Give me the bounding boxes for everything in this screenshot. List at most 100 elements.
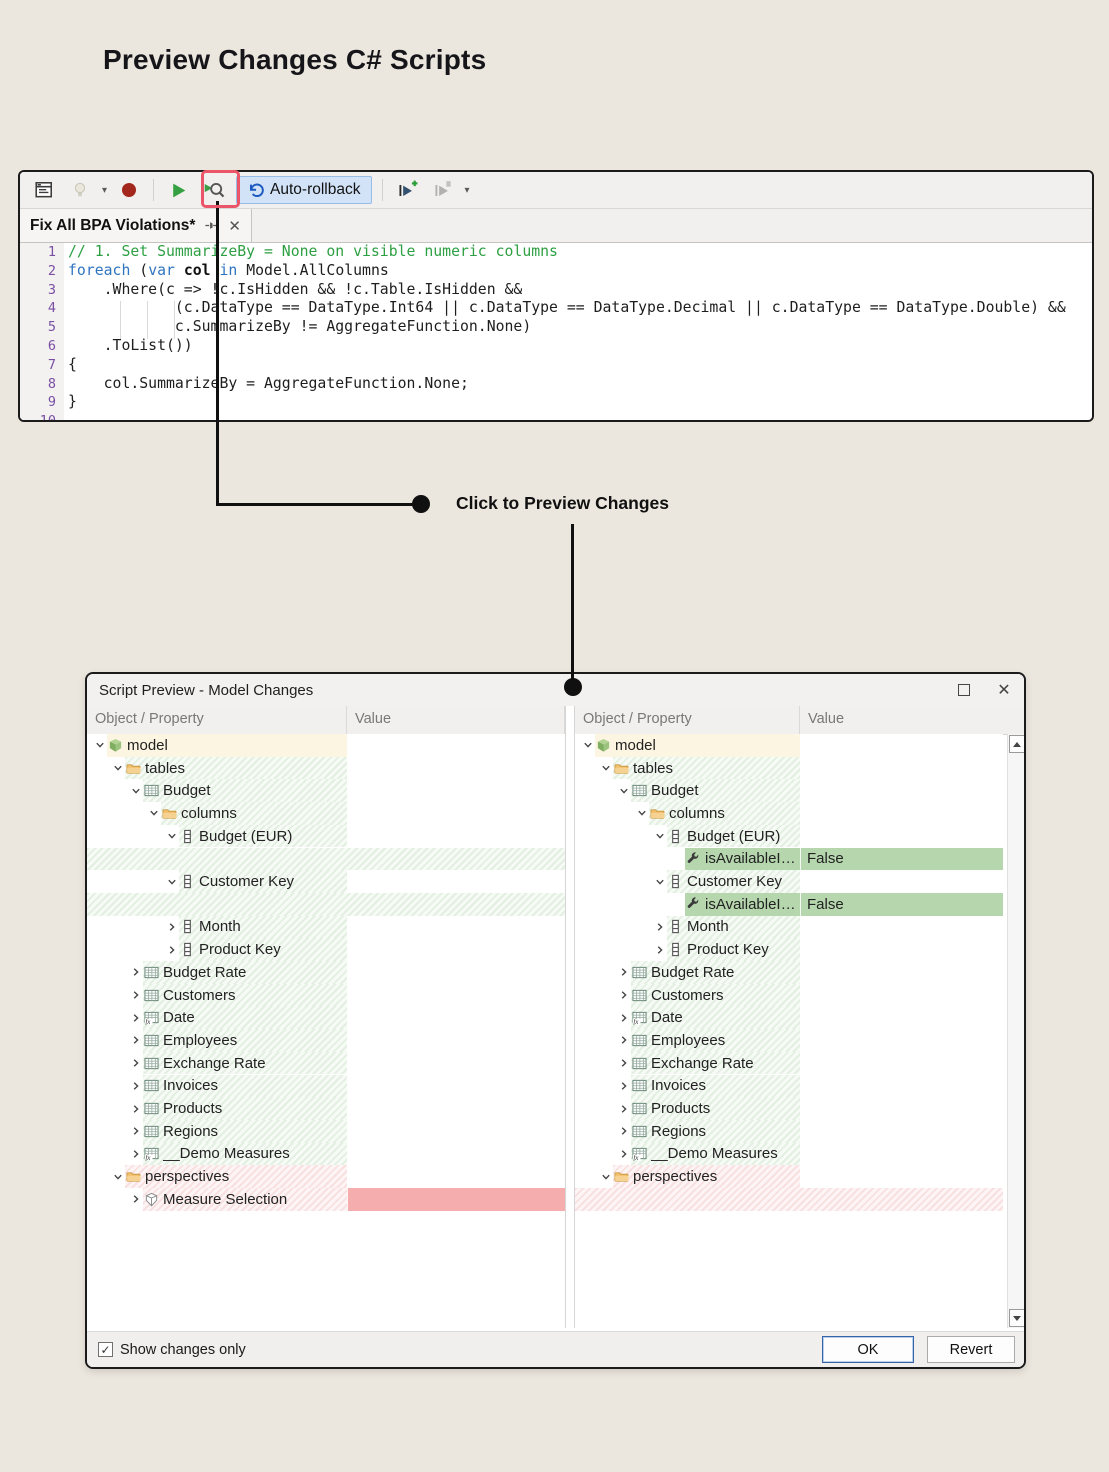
tree-row-columns[interactable]: columns (575, 802, 1003, 825)
tree-row-model[interactable]: model (87, 734, 565, 757)
tree-row-regions[interactable]: Regions (87, 1120, 565, 1143)
tree-row-isavailablein[interactable]: isAvailableIn...False (575, 893, 1003, 916)
tree-row-products[interactable]: Products (87, 1097, 565, 1120)
expander-open-icon[interactable] (111, 757, 125, 780)
expander-open-icon[interactable] (129, 779, 143, 802)
tree-row-demo-measures[interactable]: fx__Demo Measures (87, 1143, 565, 1166)
expander-open-icon[interactable] (599, 757, 613, 780)
expander-open-icon[interactable] (93, 734, 107, 757)
expander-closed-icon[interactable] (129, 1188, 143, 1211)
expander-open-icon[interactable] (147, 802, 161, 825)
expander-open-icon[interactable] (111, 1165, 125, 1188)
maximize-icon[interactable] (944, 674, 984, 706)
script-document-icon[interactable] (30, 176, 58, 204)
tree-row-month[interactable]: Month (575, 916, 1003, 939)
run-icon[interactable] (164, 176, 192, 204)
ok-button[interactable]: OK (822, 1336, 914, 1363)
expander-closed-icon[interactable] (129, 1006, 143, 1029)
expander-open-icon[interactable] (653, 870, 667, 893)
tree-row-invoices[interactable]: Invoices (87, 1075, 565, 1098)
expander-open-icon[interactable] (165, 870, 179, 893)
expander-closed-icon[interactable] (617, 1052, 631, 1075)
tree-row-perspectives[interactable]: perspectives (87, 1165, 565, 1188)
tree-row-invoices[interactable]: Invoices (575, 1075, 1003, 1098)
tree-row-budget[interactable]: Budget (575, 779, 1003, 802)
auto-rollback-button[interactable]: Auto-rollback (236, 176, 371, 204)
expander-open-icon[interactable] (581, 734, 595, 757)
left-model-tree: modeltablesBudgetcolumns Budget (EUR) Cust… (87, 734, 565, 1328)
expander-closed-icon[interactable] (653, 938, 667, 961)
tree-row-budget-rate[interactable]: Budget Rate (575, 961, 1003, 984)
step-run-icon[interactable] (429, 176, 457, 204)
tree-row-budget-rate[interactable]: Budget Rate (87, 961, 565, 984)
dropdown-caret-icon[interactable]: ▾ (465, 185, 470, 196)
tree-row-exchange-rate[interactable]: Exchange Rate (575, 1052, 1003, 1075)
dropdown-caret-icon[interactable]: ▾ (102, 185, 107, 196)
expander-open-icon[interactable] (599, 1165, 613, 1188)
step-run-add-icon[interactable] (393, 176, 421, 204)
tree-item-label: Budget (EUR) (199, 828, 292, 845)
tree-row-product-key[interactable]: Product Key (575, 938, 1003, 961)
cube-icon (595, 738, 611, 753)
expander-closed-icon[interactable] (617, 1006, 631, 1029)
expander-closed-icon[interactable] (653, 916, 667, 939)
expander-closed-icon[interactable] (129, 961, 143, 984)
checkbox-check-icon[interactable]: ✓ (98, 1342, 113, 1357)
tree-row-customers[interactable]: Customers (575, 984, 1003, 1007)
expander-closed-icon[interactable] (617, 984, 631, 1007)
tree-row-isavailablein[interactable]: isAvailableIn...False (575, 848, 1003, 871)
vertical-scrollbar[interactable] (1007, 734, 1024, 1328)
tree-row-budget[interactable]: Budget (87, 779, 565, 802)
tree-row-customers[interactable]: Customers (87, 984, 565, 1007)
tree-row-employees[interactable]: Employees (575, 1029, 1003, 1052)
expander-closed-icon[interactable] (129, 1075, 143, 1098)
code-text: foreach (var col in Model.AllColumns (64, 262, 389, 281)
lightbulb-icon[interactable] (66, 176, 94, 204)
tree-row-budget-eur[interactable]: Budget (EUR) (87, 825, 565, 848)
tree-row-products[interactable]: Products (575, 1097, 1003, 1120)
tree-row-columns[interactable]: columns (87, 802, 565, 825)
revert-button[interactable]: Revert (927, 1336, 1015, 1363)
expander-closed-icon[interactable] (617, 1029, 631, 1052)
record-icon[interactable] (115, 176, 143, 204)
tree-row-date[interactable]: fxDate (575, 1006, 1003, 1029)
expander-closed-icon[interactable] (129, 1120, 143, 1143)
tree-item-label: Invoices (163, 1077, 218, 1094)
expander-closed-icon[interactable] (129, 1052, 143, 1075)
expander-closed-icon[interactable] (165, 938, 179, 961)
expander-closed-icon[interactable] (129, 984, 143, 1007)
expander-closed-icon[interactable] (165, 916, 179, 939)
close-icon[interactable]: ✕ (228, 217, 241, 235)
tree-row-date[interactable]: fxDate (87, 1006, 565, 1029)
close-icon[interactable]: ✕ (984, 674, 1024, 706)
tree-row-exchange-rate[interactable]: Exchange Rate (87, 1052, 565, 1075)
tree-row-perspectives[interactable]: perspectives (575, 1165, 1003, 1188)
expander-closed-icon[interactable] (617, 1075, 631, 1098)
expander-closed-icon[interactable] (129, 1097, 143, 1120)
scroll-down-icon[interactable] (1009, 1309, 1025, 1327)
code-editor[interactable]: 1// 1. Set SummarizeBy = None on visible… (20, 243, 1092, 420)
expander-open-icon[interactable] (635, 802, 649, 825)
tree-row-customer-key[interactable]: Customer Key (87, 870, 565, 893)
tree-row-employees[interactable]: Employees (87, 1029, 565, 1052)
expander-closed-icon[interactable] (617, 961, 631, 984)
tree-row-product-key[interactable]: Product Key (87, 938, 565, 961)
scroll-up-icon[interactable] (1009, 735, 1025, 753)
tree-row-budget-eur[interactable]: Budget (EUR) (575, 825, 1003, 848)
expander-open-icon[interactable] (165, 825, 179, 848)
expander-closed-icon[interactable] (617, 1097, 631, 1120)
tree-row-tables[interactable]: tables (575, 757, 1003, 780)
expander-closed-icon[interactable] (617, 1120, 631, 1143)
expander-open-icon[interactable] (617, 779, 631, 802)
expander-open-icon[interactable] (653, 825, 667, 848)
tree-row-month[interactable]: Month (87, 916, 565, 939)
expander-closed-icon[interactable] (129, 1029, 143, 1052)
tree-row-customer-key[interactable]: Customer Key (575, 870, 1003, 893)
tree-row-tables[interactable]: tables (87, 757, 565, 780)
tree-row-regions[interactable]: Regions (575, 1120, 1003, 1143)
expander-closed-icon[interactable] (129, 1143, 143, 1166)
expander-closed-icon[interactable] (617, 1143, 631, 1166)
tree-row-demo-measures[interactable]: fx__Demo Measures (575, 1143, 1003, 1166)
tree-row-measure-selection[interactable]: Measure Selection (87, 1188, 565, 1211)
tree-row-model[interactable]: model (575, 734, 1003, 757)
